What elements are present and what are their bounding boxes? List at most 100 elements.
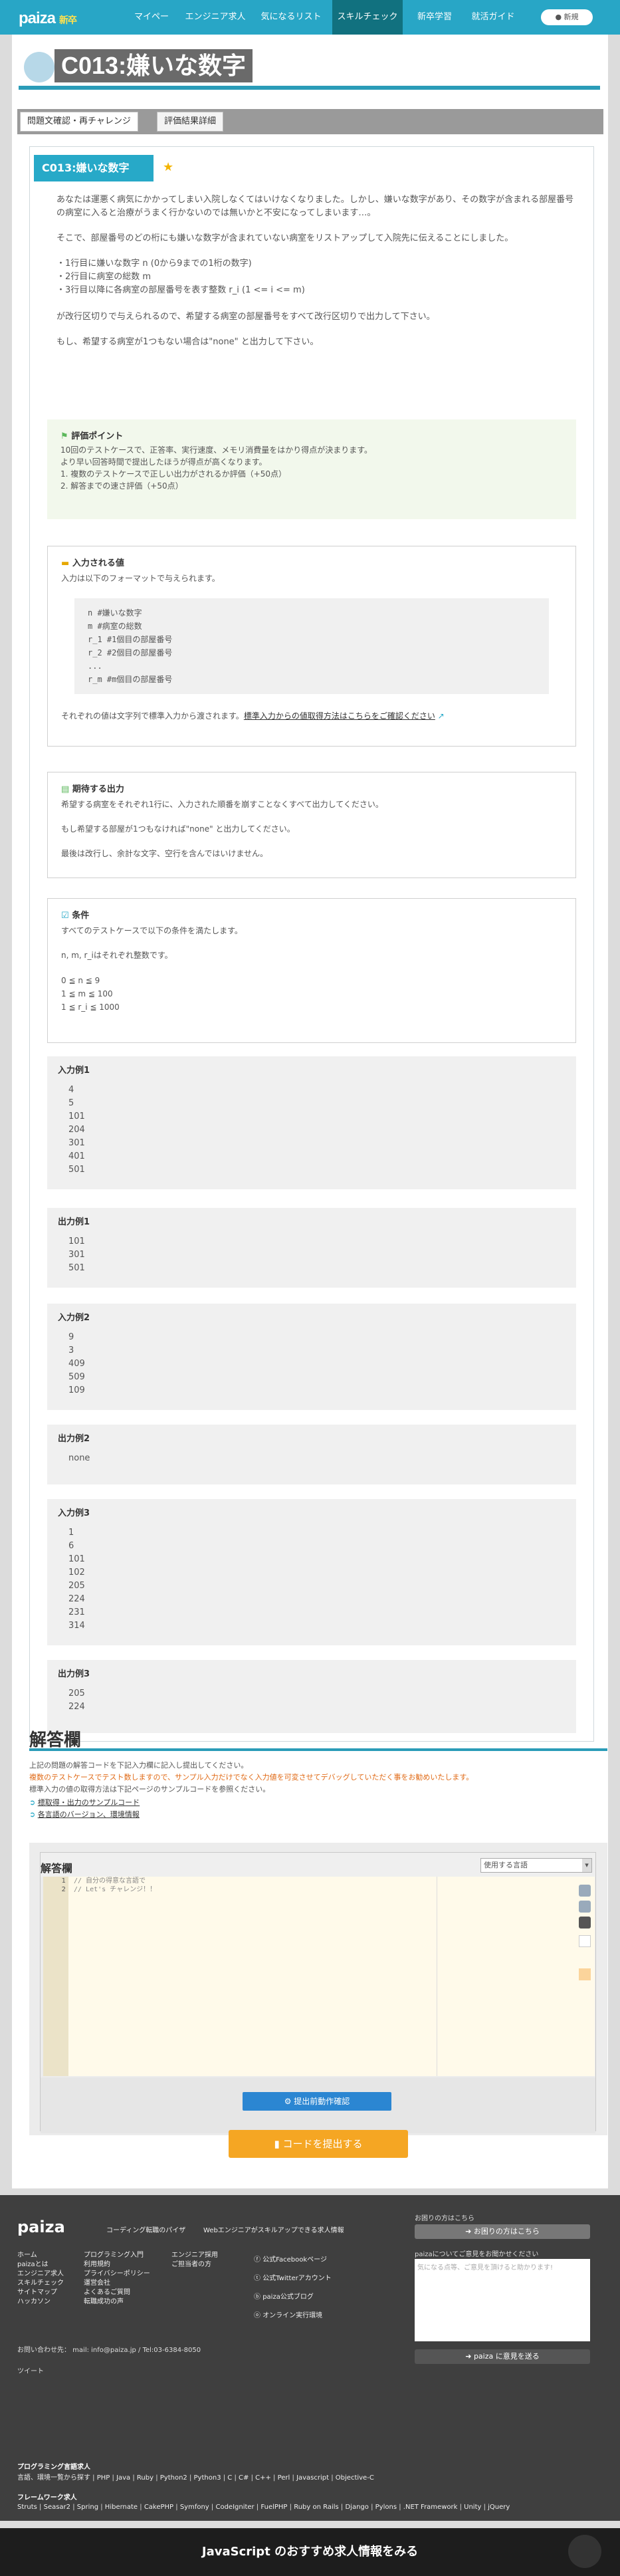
login-button[interactable]: ● 新規 bbox=[541, 9, 593, 25]
keyboard-icon: ▬ bbox=[61, 558, 72, 568]
help-button[interactable]: ➜ お困りの方はこちら bbox=[415, 2224, 590, 2239]
document-icon: ▮ bbox=[274, 2138, 283, 2150]
footer-social-link[interactable]: オンライン実行環境 bbox=[262, 2312, 322, 2319]
footer-link[interactable]: プログラミング入門 bbox=[84, 2251, 150, 2260]
footer-col-2: プログラミング入門 利用規約 プライバシーポリシー 運営会社 よくあるご質問 転… bbox=[84, 2251, 150, 2307]
star-icon[interactable]: ★ bbox=[163, 160, 173, 174]
intro-list-3: ・3行目以降に各病室の部屋番号を表す整数 r_i (1 <= i <= m) bbox=[56, 285, 305, 295]
problem-label: C013:嫌いな数字 bbox=[34, 155, 154, 181]
editor-title: 解答欄 bbox=[41, 1862, 73, 1875]
versions-link[interactable]: 各言語のバージョン、環境情報 bbox=[38, 1810, 140, 1819]
footer-link[interactable]: エンジニア採用 bbox=[171, 2251, 218, 2260]
code-area[interactable] bbox=[43, 1877, 595, 2076]
code-editor: 解答欄 使用する言語 ▾ 12 // 自分の得意な言語で // Let's チャレ… bbox=[40, 1852, 596, 2133]
zoom-out-icon[interactable] bbox=[579, 1901, 591, 1913]
tweet-button[interactable]: ツイート bbox=[17, 2365, 44, 2375]
tab-problem[interactable]: 問題文確認・再チャレンジ bbox=[20, 112, 138, 132]
arrow-right-icon: ➜ bbox=[465, 2227, 474, 2236]
language-select[interactable]: 使用する言語 ▾ bbox=[480, 1858, 592, 1873]
footer-logo[interactable]: paiza bbox=[17, 2218, 65, 2236]
site-logo[interactable]: paiza 新卒 bbox=[19, 9, 77, 28]
footer-link[interactable]: ご担当者の方 bbox=[171, 2260, 218, 2270]
input-note: それぞれの値は文字列で標準入力から渡されます。 bbox=[61, 711, 244, 721]
output-line-2: もし希望する部屋が1つもなければ"none" と出力してください。 bbox=[61, 824, 295, 834]
output-box: ▤ 期待する出力 希望する病室をそれぞれ1行に、入力された順番を崩すことなくすべ… bbox=[47, 772, 576, 878]
conditions-title: 条件 bbox=[72, 911, 90, 921]
nav-jobs[interactable]: エンジニア求人 bbox=[181, 0, 250, 35]
output-title: 期待する出力 bbox=[72, 784, 124, 794]
user-icon: ● bbox=[555, 13, 564, 21]
zoom-in-icon[interactable] bbox=[579, 1885, 591, 1897]
sample-code-link[interactable]: 標取得・出力のサンプルコード bbox=[38, 1798, 140, 1807]
bottom-banner[interactable]: JavaScript のおすすめ求人情報をみる bbox=[0, 2528, 620, 2576]
output-line-3: 最後は改行し、余計な文字、空行を含んではいけません。 bbox=[61, 849, 268, 858]
code-icon: ⓞ bbox=[254, 2312, 263, 2319]
twitter-icon: ⓣ bbox=[254, 2275, 263, 2282]
intro-text-4: もし、希望する病室が1つもない場合は"none" と出力して下さい。 bbox=[56, 337, 319, 347]
footer-link[interactable]: 運営会社 bbox=[84, 2279, 150, 2288]
footer-social: ⓕ 公式Facebookページ ⓣ 公式Twitterアカウント ⓑ paiza… bbox=[254, 2251, 332, 2325]
circle-arrow-icon: ➲ bbox=[29, 1810, 38, 1819]
nav-mypage[interactable]: マイページ bbox=[130, 0, 173, 57]
footer-social-link[interactable]: paiza公式ブログ bbox=[262, 2293, 314, 2301]
code-line: ... bbox=[88, 661, 102, 671]
input-title: 入力される値 bbox=[72, 558, 124, 568]
intro-text-1: あなたは運悪く病気にかかってしまい入院しなくてはいけなくなりました。しかし、嫌い… bbox=[56, 195, 574, 218]
answer-note-1: 上記の問題の解答コードを下記入力欄に記入し提出してください。 bbox=[29, 1761, 249, 1770]
footer-link[interactable]: 利用規約 bbox=[84, 2260, 150, 2270]
facebook-icon: ⓕ bbox=[254, 2256, 263, 2264]
gear-icon: ⚙ bbox=[284, 2097, 294, 2106]
fullscreen-icon[interactable] bbox=[579, 1968, 591, 1980]
stdin-help-link[interactable]: 標準入力からの値取得方法はこちらをご確認ください bbox=[244, 711, 435, 721]
scroll-top-icon[interactable] bbox=[568, 2535, 601, 2568]
footer-link[interactable]: よくあるご質問 bbox=[84, 2288, 150, 2297]
problem-panel: C013:嫌いな数字 ★ あなたは運悪く病気にかかってしまい入院しなくてはいけな… bbox=[29, 146, 594, 1742]
footer-link[interactable]: スキルチェック bbox=[17, 2279, 64, 2288]
eval-item-1: 1. 複数のテストケースで正しい出力がされるか評価（+50点） bbox=[60, 469, 286, 479]
intro-text-2: そこで、部屋番号のどの桁にも嫌いな数字が含まれていない病室をリストアップして入院… bbox=[56, 233, 514, 243]
footer-social-link[interactable]: 公式Twitterアカウント bbox=[262, 2275, 332, 2282]
example-input-1: 入力例1 4 5 101 204 301 401 501 bbox=[47, 1056, 576, 1189]
code-line: m #病室の総数 bbox=[88, 622, 142, 631]
document-icon: ▤ bbox=[61, 784, 72, 794]
nav-guide[interactable]: 就活ガイド bbox=[465, 0, 521, 35]
footer-link[interactable]: サイトマップ bbox=[17, 2288, 64, 2297]
send-opinion-button[interactable]: ➜ paiza に意見を送る bbox=[415, 2349, 590, 2364]
eval-body: 10回のテストケースで、正答率、実行速度、メモリ消費量をはかり得点が決まります。… bbox=[60, 445, 372, 467]
code-line: r_2 #2個目の部屋番号 bbox=[88, 648, 173, 657]
line-gutter: 12 bbox=[43, 1877, 68, 2076]
footer-link[interactable]: 転職成功の声 bbox=[84, 2297, 150, 2307]
arrow-right-icon: ➜ bbox=[465, 2352, 474, 2361]
submit-code-button[interactable]: ▮ コードを提出する bbox=[229, 2130, 408, 2158]
example-output-3: 出力例3 205 224 bbox=[47, 1660, 576, 1733]
footer-tagline: コーディング転職のパイザ bbox=[106, 2227, 186, 2234]
footer-social-link[interactable]: 公式Facebookページ bbox=[262, 2256, 327, 2264]
footer-link[interactable]: ハッカソン bbox=[17, 2297, 64, 2307]
intro-list-2: ・2行目に病室の総数 m bbox=[56, 272, 152, 282]
example-input-3: 入力例3 1 6 101 102 205 224 231 314 bbox=[47, 1499, 576, 1645]
nav-favorites[interactable]: 気になるリスト bbox=[258, 0, 324, 35]
condition-item: 1 ≦ r_i ≦ 1000 bbox=[61, 1002, 120, 1012]
blog-icon: ⓑ bbox=[254, 2293, 263, 2301]
condition-item: 0 ≦ n ≦ 9 bbox=[61, 976, 100, 985]
tab-result[interactable]: 評価結果詳細 bbox=[157, 112, 224, 132]
theme-icon[interactable] bbox=[579, 1917, 591, 1929]
page-title: C013:嫌いな数字 bbox=[54, 49, 253, 82]
code-line: r_m #m個目の部屋番号 bbox=[88, 675, 173, 684]
example-input-2: 入力例2 9 3 409 509 109 bbox=[47, 1304, 576, 1410]
opinion-heading: paizaについてご意見をお聞かせください bbox=[415, 2251, 539, 2258]
blank-icon[interactable] bbox=[579, 1935, 591, 1947]
test-run-button[interactable]: ⚙ 提出前動作確認 bbox=[243, 2092, 391, 2111]
footer-contact: お問い合わせ先： mail: info@paiza.jp / Tel:03-63… bbox=[17, 2347, 201, 2354]
checkbox-icon: ☑ bbox=[61, 911, 72, 921]
footer-link[interactable]: エンジニア求人 bbox=[17, 2270, 64, 2279]
answer-heading: 解答欄 bbox=[29, 1730, 82, 1750]
footer-link[interactable]: paizaとは bbox=[17, 2260, 64, 2270]
nav-skillcheck[interactable]: スキルチェック bbox=[332, 0, 403, 35]
opinion-textarea[interactable]: 気になる点等、ご意見を頂けると助かります! bbox=[415, 2259, 590, 2341]
footer-col-1: ホーム paizaとは エンジニア求人 スキルチェック サイトマップ ハッカソン bbox=[17, 2251, 64, 2307]
footer-link[interactable]: プライバシーポリシー bbox=[84, 2270, 150, 2279]
external-link-icon: ↗ bbox=[435, 711, 445, 721]
footer-link[interactable]: ホーム bbox=[17, 2251, 64, 2260]
nav-learning[interactable]: 新卒学習 bbox=[411, 0, 459, 35]
